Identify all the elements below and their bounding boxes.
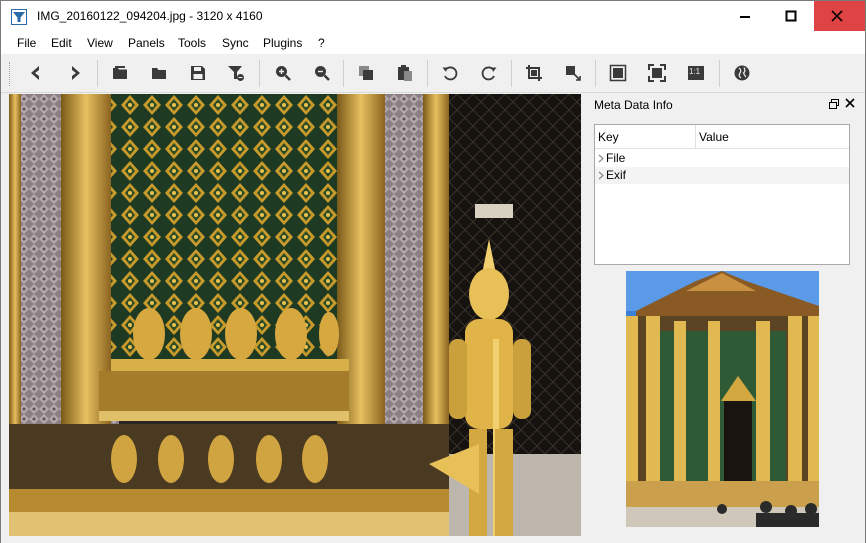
chevron-right-icon[interactable] (598, 171, 604, 180)
column-header-key[interactable]: Key (598, 130, 619, 144)
toolbar-separator (97, 60, 98, 87)
toolbar-separator (343, 60, 344, 87)
table-header: Key Value (595, 125, 849, 149)
toolbar-separator (719, 60, 720, 87)
toolbar-grip[interactable] (9, 62, 11, 86)
actual-size-label: 1:1 (689, 67, 701, 76)
globe-icon (734, 65, 750, 81)
toolbar-separator (595, 60, 596, 87)
zoom-in-icon (276, 66, 291, 81)
crop-button[interactable] (521, 61, 547, 85)
toolbar-separator (511, 60, 512, 87)
resize-button[interactable] (560, 61, 586, 85)
copy-icon (359, 66, 373, 80)
temple-thumbnail (626, 271, 819, 527)
zoom-out-button[interactable] (309, 61, 335, 85)
window-title: IMG_20160122_094204.jpg - 3120 x 4160 (37, 9, 263, 23)
menu-help[interactable]: ? (318, 36, 325, 50)
menu-sync[interactable]: Sync (222, 36, 249, 50)
toolbar-separator (259, 60, 260, 87)
close-icon (831, 10, 843, 22)
toolbar: 1:1 (1, 54, 865, 93)
menu-plugins[interactable]: Plugins (263, 36, 302, 50)
filter-button[interactable] (223, 61, 249, 85)
actual-size-button[interactable]: 1:1 (683, 61, 709, 85)
rotate-right-button[interactable] (476, 61, 502, 85)
menu-tools[interactable]: Tools (178, 36, 206, 50)
paste-button[interactable] (392, 61, 418, 85)
fit-window-button[interactable] (605, 61, 631, 85)
save-button[interactable] (185, 61, 211, 85)
panel-title: Meta Data Info (594, 98, 673, 112)
chevron-right-icon[interactable] (598, 154, 604, 163)
menu-bar: File Edit View Panels Tools Sync Plugins… (1, 32, 865, 54)
save-icon (191, 66, 205, 80)
rotate-right-icon (481, 66, 497, 81)
folder-button[interactable] (146, 61, 172, 85)
temple-photo (9, 94, 581, 536)
zoom-out-icon (315, 66, 330, 81)
image-thumbnail[interactable] (626, 271, 819, 527)
table-row[interactable]: Exif (595, 167, 849, 184)
forward-icon (72, 66, 80, 80)
row-key-exif: Exif (606, 168, 627, 182)
rotate-left-button[interactable] (437, 61, 463, 85)
app-logo-icon (11, 9, 27, 25)
window-bottom-border (1, 536, 865, 543)
fullscreen-button[interactable] (644, 61, 670, 85)
copy-button[interactable] (353, 61, 379, 85)
title-bar[interactable]: IMG_20160122_094204.jpg - 3120 x 4160 (1, 1, 865, 32)
resize-icon (566, 66, 581, 81)
back-button[interactable] (23, 61, 49, 85)
open-folder-button[interactable] (107, 61, 133, 85)
app-window: IMG_20160122_094204.jpg - 3120 x 4160 Fi… (0, 0, 866, 543)
crop-icon (526, 65, 542, 81)
minimize-button[interactable] (722, 1, 768, 31)
image-viewer[interactable] (9, 94, 581, 536)
table-row[interactable]: File (595, 150, 849, 167)
paste-icon (398, 65, 412, 81)
folder-icon (152, 68, 166, 79)
toolbar-separator (427, 60, 428, 87)
metadata-table[interactable]: Key Value File Exif (594, 124, 850, 265)
maximize-button[interactable] (768, 1, 814, 31)
float-icon (829, 99, 839, 109)
maximize-icon (785, 10, 797, 22)
zoom-in-button[interactable] (270, 61, 296, 85)
panel-float-button[interactable] (828, 98, 840, 110)
close-icon (845, 98, 855, 108)
row-key-file: File (606, 151, 626, 165)
back-icon (31, 66, 39, 80)
menu-edit[interactable]: Edit (51, 36, 72, 50)
forward-button[interactable] (62, 61, 88, 85)
menu-file[interactable]: File (17, 36, 36, 50)
menu-view[interactable]: View (87, 36, 113, 50)
open-folder-icon (113, 66, 127, 79)
fit-window-icon (609, 64, 627, 82)
menu-panels[interactable]: Panels (128, 36, 165, 50)
minimize-icon (740, 16, 750, 18)
column-header-value[interactable]: Value (699, 130, 729, 144)
web-button[interactable] (729, 61, 755, 85)
metadata-panel: Meta Data Info Key Value File Exif (583, 94, 865, 536)
close-button[interactable] (814, 1, 865, 31)
panel-close-button[interactable] (844, 97, 856, 109)
fullscreen-icon (648, 64, 666, 82)
filter-icon (228, 66, 244, 81)
column-divider[interactable] (695, 125, 696, 149)
rotate-left-icon (442, 66, 458, 81)
